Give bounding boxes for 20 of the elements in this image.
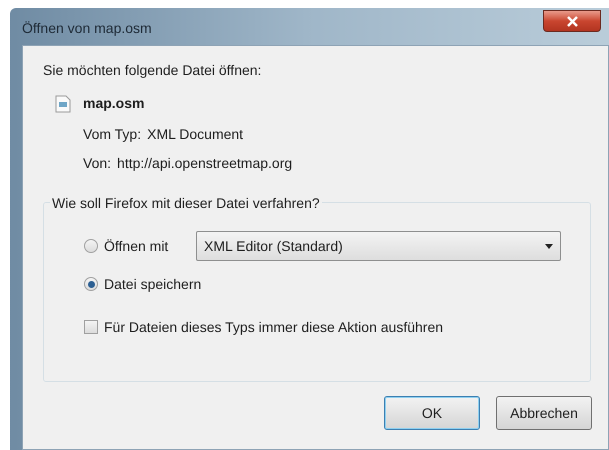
window-title: Öffnen von map.osm bbox=[22, 19, 152, 38]
radio-button[interactable] bbox=[84, 239, 98, 253]
dialog-button[interactable]: Abbrechen bbox=[496, 396, 592, 430]
intro-text: Sie möchten folgende Datei öffnen: bbox=[43, 61, 262, 80]
radio-button[interactable] bbox=[84, 277, 98, 291]
source-url: http://api.openstreetmap.org bbox=[117, 154, 292, 173]
file-icon bbox=[55, 94, 71, 112]
dialog-button[interactable]: OK bbox=[384, 396, 480, 430]
type-value: XML Document bbox=[147, 125, 244, 144]
file-name: map.osm bbox=[83, 94, 144, 113]
type-label: Vom Typ: bbox=[83, 125, 142, 144]
checkbox[interactable] bbox=[84, 320, 98, 334]
checkbox-label[interactable]: Für Dateien dieses Typs immer diese Aktion ausführen bbox=[104, 316, 444, 338]
caret-icon bbox=[545, 244, 553, 248]
app-dropdown[interactable]: XML Editor (Standard) bbox=[196, 231, 561, 261]
source-label: Von: bbox=[83, 154, 112, 173]
close-button[interactable] bbox=[543, 10, 601, 32]
close-icon bbox=[566, 16, 578, 26]
radio-label[interactable]: Datei speichern bbox=[104, 274, 202, 294]
radio-label[interactable]: Öffnen mit bbox=[104, 236, 194, 256]
